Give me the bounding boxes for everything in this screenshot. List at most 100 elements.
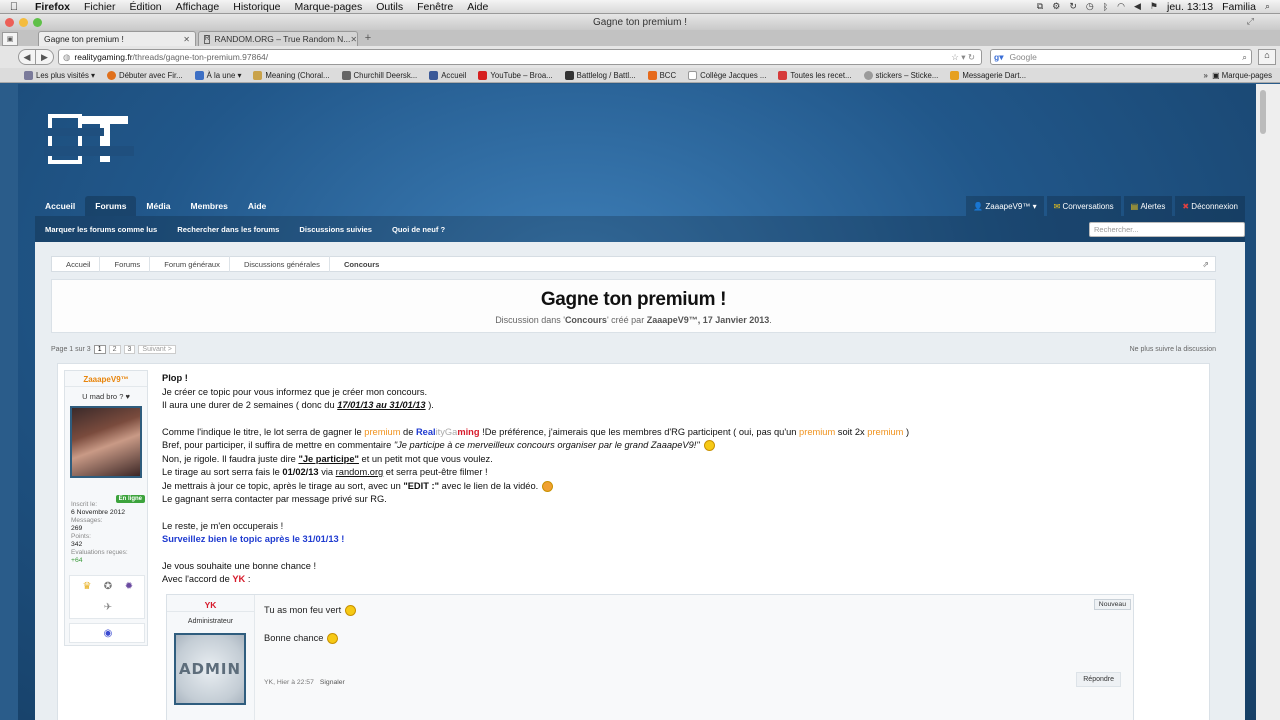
quote-user-role: Administrateur (187, 618, 234, 625)
bluetooth-icon[interactable]: ᛒ (1103, 2, 1108, 12)
gear-icon[interactable]: ⚙ (1052, 1, 1060, 12)
thread-forum-link[interactable]: Concours (565, 315, 607, 325)
new-badge: Nouveau (1093, 599, 1131, 610)
wifi-icon[interactable]: ◠ (1117, 1, 1125, 12)
search-input[interactable]: Google (1009, 52, 1036, 62)
spotlight-icon[interactable]: ⌕ (1265, 1, 1270, 12)
bookmark-item[interactable]: Messagerie Dart... (950, 70, 1026, 80)
tab-bar: ▣ Gagne ton premium ! ✕ R RANDOM.ORG – T… (0, 30, 1280, 46)
bookmark-item[interactable]: YouTube – Broa... (478, 70, 553, 80)
next-page-button[interactable]: Suivant > (138, 344, 176, 354)
scrollbar-thumb[interactable] (1260, 90, 1266, 134)
rss-icon (194, 70, 204, 80)
conversations-link[interactable]: ✉ Conversations (1046, 196, 1121, 216)
clock[interactable]: jeu. 13:13 (1167, 1, 1213, 13)
close-tab-icon[interactable]: ✕ (350, 35, 357, 44)
bookmark-star-icon[interactable]: ☆ ▾ ↻ (951, 52, 981, 63)
watched-threads-link[interactable]: Discussions suivies (299, 225, 372, 234)
reply-button[interactable]: Répondre (1076, 672, 1121, 687)
nav-aide[interactable]: Aide (238, 196, 276, 216)
breadcrumb-forum-generaux[interactable]: Forum généraux (150, 256, 230, 272)
post-username[interactable]: ZaaapeV9™ (65, 371, 147, 387)
forward-button[interactable]: ▶ (36, 49, 54, 65)
badge-icon[interactable]: ◉ (101, 627, 115, 641)
sync-icon[interactable]: ↻ (1069, 1, 1077, 12)
fullscreen-icon[interactable]: ⤢ (1247, 16, 1254, 27)
mark-forums-read-link[interactable]: Marquer les forums comme lus (45, 225, 157, 234)
avatar[interactable] (70, 406, 142, 478)
bookmark-item[interactable]: Collège Jacques ... (688, 70, 766, 80)
apple-icon[interactable]:  (0, 1, 28, 13)
bookmark-item[interactable]: Débuter avec Fir... (106, 70, 183, 80)
unwatch-thread-link[interactable]: Ne plus suivre la discussion (1130, 346, 1216, 353)
bookmark-item[interactable]: Accueil (429, 70, 466, 80)
search-icon[interactable]: ⌕ (1242, 52, 1251, 63)
page-2-button[interactable]: 2 (108, 344, 121, 354)
tab-groups-icon[interactable]: ▣ (2, 32, 18, 46)
bookmark-item[interactable]: Churchill Deersk... (341, 70, 417, 80)
menu-marque-pages[interactable]: Marque-pages (288, 1, 370, 13)
quote-username[interactable]: YK (167, 595, 254, 612)
admin-avatar[interactable]: ADMIN (174, 633, 246, 705)
medal-trophy-icon[interactable]: ✪ (101, 580, 115, 594)
bookmark-item[interactable]: Les plus visités ▾ (24, 70, 95, 80)
home-button[interactable]: ⌂ (1258, 49, 1276, 65)
flag-icon[interactable]: ⚑ (1150, 1, 1158, 12)
page-1-button[interactable]: 1 (93, 344, 106, 354)
random-org-link[interactable]: random.org (336, 467, 384, 477)
page-scrollbar[interactable] (1256, 84, 1280, 720)
nav-forums[interactable]: Forums (85, 196, 137, 216)
menu-affichage[interactable]: Affichage (169, 1, 227, 13)
menu-fenetre[interactable]: Fenêtre (410, 1, 460, 13)
time-machine-icon[interactable]: ◷ (1086, 1, 1094, 12)
alerts-link[interactable]: ▤ Alertes (1123, 196, 1173, 216)
breadcrumb-forums[interactable]: Forums (100, 256, 151, 272)
bookmark-item[interactable]: Meaning (Choral... (253, 70, 330, 80)
whats-new-link[interactable]: Quoi de neuf ? (392, 225, 445, 234)
menu-fichier[interactable]: Fichier (77, 1, 123, 13)
close-tab-icon[interactable]: ✕ (183, 35, 190, 44)
site-search-input[interactable]: Rechercher... (1089, 221, 1245, 237)
jump-icon[interactable]: ⇗ (1202, 260, 1215, 269)
bookmarks-menu[interactable]: » ▣ Marque-pages (1204, 71, 1280, 80)
back-button[interactable]: ◀ (18, 49, 36, 65)
volume-icon[interactable]: ◀ (1134, 1, 1141, 12)
bookmark-item[interactable]: À la une ▾ (194, 70, 241, 80)
menu-edition[interactable]: Édition (123, 1, 169, 13)
logout-link[interactable]: ✖ Déconnexion (1175, 196, 1245, 216)
user-menu[interactable]: 👤 ZaaapeV9™ ▾ (966, 196, 1044, 216)
menu-historique[interactable]: Historique (226, 1, 287, 13)
report-link[interactable]: Signaler (320, 679, 345, 686)
quote-user-box: YK Administrateur ADMIN (167, 595, 255, 720)
bookmark-item[interactable]: stickers – Sticke... (863, 70, 938, 80)
url-bar[interactable]: ◍ realitygaming.fr /threads/gagne-ton-pr… (58, 49, 982, 65)
menu-outils[interactable]: Outils (369, 1, 410, 13)
bookmark-item[interactable]: Battlelog / Battl... (564, 70, 636, 80)
new-tab-icon[interactable]: + (360, 32, 376, 46)
menu-app-firefox[interactable]: Firefox (28, 1, 77, 13)
bookmark-item[interactable]: Toutes les recet... (778, 70, 852, 80)
crown-trophy-icon[interactable]: ♛ (80, 580, 94, 594)
site-sub-nav: Marquer les forums comme lus Rechercher … (35, 216, 1245, 242)
wings-trophy-icon[interactable]: ✈ (101, 601, 115, 615)
thread-author-link[interactable]: ZaaapeV9™ (647, 315, 698, 325)
breadcrumb-concours[interactable]: Concours (330, 256, 388, 272)
search-bar[interactable]: g▾ Google ⌕ (990, 49, 1252, 65)
breadcrumb-accueil[interactable]: Accueil (52, 256, 101, 272)
tab-gagne-ton-premium[interactable]: Gagne ton premium ! ✕ (38, 31, 196, 46)
nav-accueil[interactable]: Accueil (35, 196, 85, 216)
page-3-button[interactable]: 3 (123, 344, 136, 354)
bookmark-item[interactable]: BCC (647, 70, 676, 80)
realitygaming-logo[interactable] (44, 114, 134, 166)
nav-membres[interactable]: Membres (181, 196, 238, 216)
dropbox-icon[interactable]: ⧉ (1037, 1, 1043, 12)
user-name[interactable]: Familia (1222, 1, 1256, 13)
tab-random-org[interactable]: R RANDOM.ORG – True Random N... ✕ (198, 31, 358, 46)
mac-menubar:  Firefox Fichier Édition Affichage Hist… (0, 0, 1280, 14)
globe-icon: ◍ (63, 51, 71, 62)
breadcrumb-discussions-generales[interactable]: Discussions générales (230, 256, 330, 272)
search-forums-link[interactable]: Rechercher dans les forums (177, 225, 279, 234)
nav-media[interactable]: Média (136, 196, 180, 216)
star-trophy-icon[interactable]: ✹ (122, 580, 136, 594)
menu-aide[interactable]: Aide (460, 1, 495, 13)
